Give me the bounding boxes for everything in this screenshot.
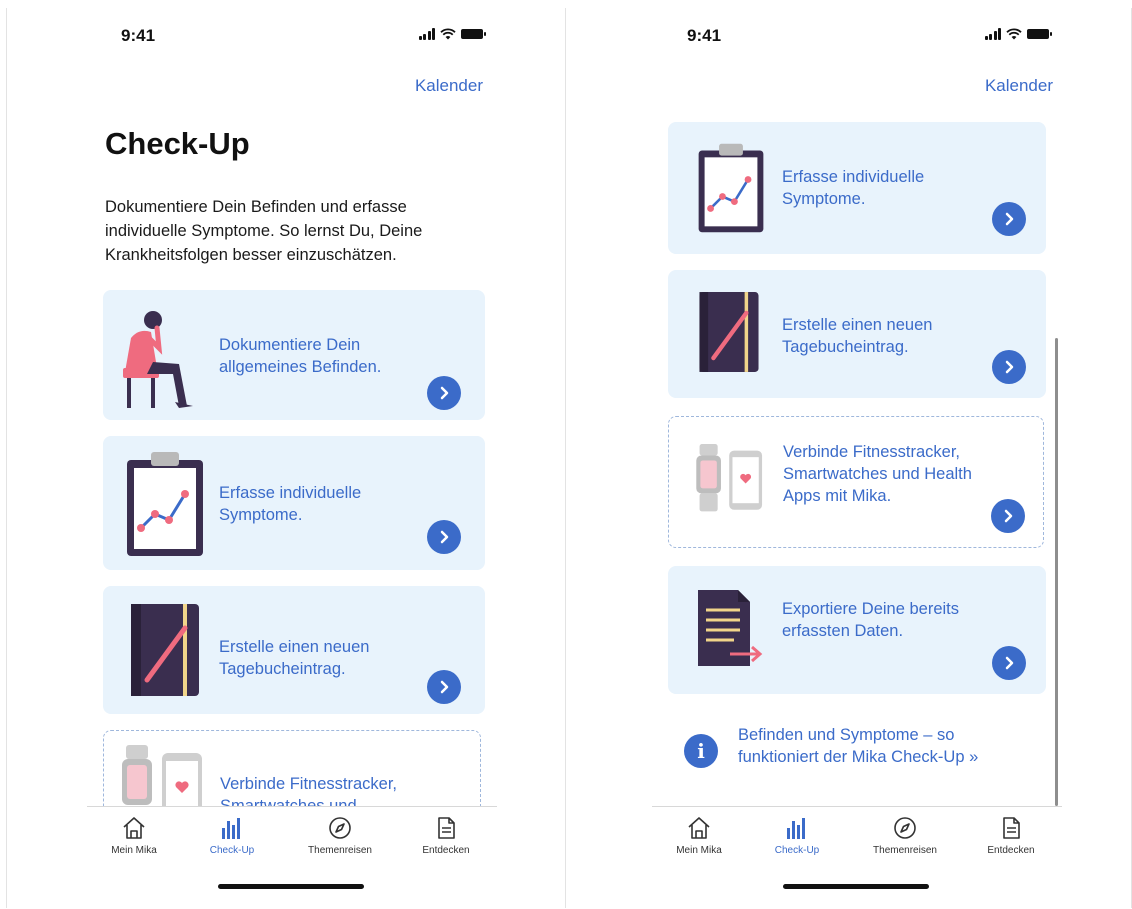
card-document-wellbeing[interactable]: Dokumentiere Dein allgemeines Befinden.: [103, 290, 485, 420]
chevron-right-icon[interactable]: [427, 376, 461, 410]
tab-label: Themenreisen: [873, 845, 937, 856]
tab-label: Check-Up: [774, 845, 820, 856]
home-icon: [123, 817, 145, 839]
tab-mein-mika[interactable]: Mein Mika: [654, 815, 744, 856]
clipboard-chart-icon: [698, 143, 764, 233]
tab-label: Mein Mika: [676, 845, 722, 856]
page-title: Check-Up: [105, 126, 250, 161]
tab-label: Entdecken: [422, 845, 470, 856]
battery-icon: [461, 29, 486, 39]
card-connect-fitness[interactable]: Verbinde Fitnesstracker, Smartwatches un…: [668, 416, 1044, 548]
status-time: 9:41: [121, 26, 156, 45]
smartwatch-phone-icon: [696, 444, 763, 512]
chevron-right-icon[interactable]: [427, 670, 461, 704]
chevron-right-icon[interactable]: [992, 350, 1026, 384]
tab-bar: Mein Mika Check-Up Themenreisen Entdecke…: [652, 806, 1062, 906]
signal-icon: [418, 28, 435, 40]
export-document-icon: [698, 590, 763, 666]
tab-entdecken[interactable]: Entdecken: [966, 815, 1056, 856]
intro-text: Dokumentiere Dein Befinden und erfasse i…: [105, 198, 423, 264]
tab-entdecken[interactable]: Entdecken: [401, 815, 491, 856]
document-icon: [1003, 817, 1020, 839]
info-link-text: Befinden und Symptome – so funktioniert …: [738, 726, 979, 766]
home-indicator: [783, 884, 929, 889]
card-label: Erfasse individuelle Symptome.: [782, 168, 925, 208]
card-record-symptoms[interactable]: Erfasse individuelle Symptome.: [103, 436, 485, 570]
calendar-link[interactable]: Kalender: [415, 76, 483, 96]
tab-check-up[interactable]: Check-Up: [187, 815, 277, 856]
bar-chart-icon: [222, 818, 240, 839]
card-label: Erfasse individuelle Symptome.: [219, 484, 362, 524]
status-icons: [984, 28, 1052, 40]
tab-label: Check-Up: [209, 845, 255, 856]
tab-check-up[interactable]: Check-Up: [752, 815, 842, 856]
home-icon: [688, 817, 710, 839]
tab-themenreisen[interactable]: Themenreisen: [295, 815, 385, 856]
home-indicator: [218, 884, 364, 889]
bar-chart-icon: [787, 818, 805, 839]
thinking-person-icon: [123, 311, 193, 408]
status-time: 9:41: [687, 26, 722, 45]
wifi-icon: [440, 28, 456, 40]
signal-icon: [984, 28, 1001, 40]
card-label: Exportiere Deine bereits erfassten Daten…: [782, 600, 960, 640]
chevron-right-icon[interactable]: [427, 520, 461, 554]
compass-icon: [329, 817, 351, 839]
card-label: Dokumentiere Dein allgemeines Befinden.: [219, 336, 382, 376]
chevron-right-icon[interactable]: [992, 202, 1026, 236]
card-label: Verbinde Fitnesstracker, Smartwatches un…: [783, 443, 972, 505]
status-icons: [418, 28, 486, 40]
card-export-data[interactable]: Exportiere Deine bereits erfassten Daten…: [668, 566, 1046, 694]
chevron-right-icon[interactable]: [992, 646, 1026, 680]
compass-icon: [894, 817, 916, 839]
screen-checkup-top: 9:41 Kalender Check-Up Dokumentiere Dein…: [6, 8, 566, 908]
calendar-link[interactable]: Kalender: [985, 76, 1053, 96]
screen-checkup-scrolled: 9:41 Kalender Erfasse individuelle Sympt…: [572, 8, 1132, 908]
card-label: Erstelle einen neuen Tagebucheintrag.: [782, 316, 933, 356]
battery-icon: [1027, 29, 1052, 39]
card-new-diary-entry[interactable]: Erstelle einen neuen Tagebucheintrag.: [668, 270, 1046, 398]
card-label: Erstelle einen neuen Tagebucheintrag.: [219, 638, 370, 678]
chevron-right-icon[interactable]: [991, 499, 1025, 533]
tab-label: Mein Mika: [111, 845, 157, 856]
tab-label: Themenreisen: [308, 845, 372, 856]
wifi-icon: [1006, 28, 1022, 40]
info-icon: i: [684, 734, 718, 768]
notebook-icon: [131, 604, 199, 696]
scrollbar[interactable]: [1055, 338, 1058, 806]
document-icon: [438, 817, 455, 839]
notebook-icon: [699, 292, 759, 372]
card-new-diary-entry[interactable]: Erstelle einen neuen Tagebucheintrag.: [103, 586, 485, 714]
clipboard-chart-icon: [127, 452, 203, 556]
tab-label: Entdecken: [987, 845, 1035, 856]
tab-bar: Mein Mika Check-Up Themenreisen Entdecke…: [87, 806, 497, 906]
tab-themenreisen[interactable]: Themenreisen: [860, 815, 950, 856]
card-record-symptoms[interactable]: Erfasse individuelle Symptome.: [668, 122, 1046, 254]
tab-mein-mika[interactable]: Mein Mika: [89, 815, 179, 856]
